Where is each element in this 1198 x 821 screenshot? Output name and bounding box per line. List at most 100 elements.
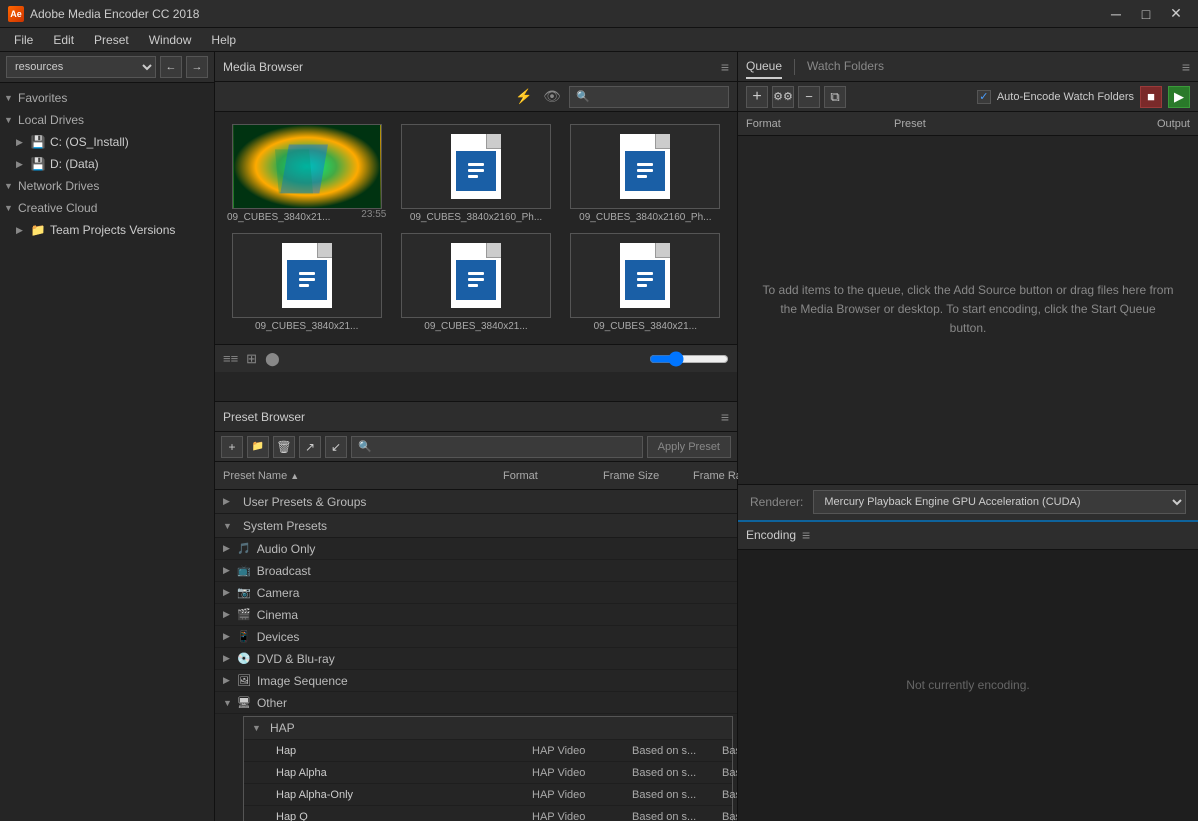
list-view-button[interactable]: ≡≡ — [223, 351, 238, 366]
audio-only-row[interactable]: ▶ 🎵 Audio Only — [215, 538, 737, 560]
favorites-section[interactable]: ▼ Favorites — [0, 87, 214, 109]
network-drives-section[interactable]: ▼ Network Drives — [0, 175, 214, 197]
c-drive-item[interactable]: ▶ 💾 C: (OS_Install) — [0, 131, 214, 153]
new-group-button[interactable]: 📁 — [247, 436, 269, 458]
media-thumb-1 — [232, 124, 382, 209]
view-options-icon[interactable]: 👁 — [541, 86, 563, 108]
queue-menu-icon[interactable]: ≡ — [1182, 59, 1190, 75]
menu-help[interactable]: Help — [201, 31, 246, 49]
d-drive-item[interactable]: ▶ 💾 D: (Data) — [0, 153, 214, 175]
main-layout: resources ← → ▼ Favorites ▼ Local Drives — [0, 52, 1198, 821]
encoding-menu-icon[interactable]: ≡ — [802, 527, 810, 543]
file-preview-5 — [402, 234, 550, 317]
hap-format-1: HAP Video — [532, 767, 632, 779]
start-queue-button[interactable]: ▶ — [1168, 86, 1190, 108]
stop-queue-button[interactable]: ■ — [1140, 86, 1162, 108]
minimize-button[interactable]: ─ — [1102, 4, 1130, 24]
creative-cloud-section[interactable]: ▼ Creative Cloud — [0, 197, 214, 219]
team-projects-item[interactable]: ▶ 📁 Team Projects Versions — [0, 219, 214, 241]
media-item-4[interactable]: 09_CUBES_3840x21... — [223, 229, 390, 336]
media-browser-path-bar: resources ← → — [0, 52, 214, 83]
auto-encode-checkbox[interactable]: ✓ — [977, 90, 991, 104]
media-item-2[interactable]: 09_CUBES_3840x2160_Ph... — [392, 120, 559, 227]
renderer-bar: Renderer: Mercury Playback Engine GPU Ac… — [738, 484, 1198, 520]
file-icon-4 — [282, 243, 332, 308]
dots-view-button[interactable]: ⬤ — [265, 351, 280, 367]
app-title: Adobe Media Encoder CC 2018 — [30, 7, 199, 21]
image-sequence-row[interactable]: ▶ 🖼 Image Sequence — [215, 670, 737, 692]
devices-row[interactable]: ▶ 📱 Devices — [215, 626, 737, 648]
file-badge-6 — [625, 260, 665, 300]
audio-only-chevron: ▶ — [223, 543, 237, 554]
menu-window[interactable]: Window — [139, 31, 202, 49]
media-browser-panel-header: Media Browser ≡ — [215, 52, 737, 82]
user-presets-group[interactable]: ▶ User Presets & Groups — [215, 490, 737, 514]
hap-name-1: Hap Alpha — [252, 767, 532, 779]
local-drives-section[interactable]: ▼ Local Drives — [0, 109, 214, 131]
cinema-row[interactable]: ▶ 🎬 Cinema — [215, 604, 737, 626]
delete-preset-button[interactable]: 🗑 — [273, 436, 295, 458]
auto-encode-label: Auto-Encode Watch Folders — [997, 91, 1134, 103]
tab-queue[interactable]: Queue — [746, 55, 782, 79]
media-item-5[interactable]: 09_CUBES_3840x21... — [392, 229, 559, 336]
qcol-format: Format — [746, 118, 894, 130]
maximize-button[interactable]: □ — [1132, 4, 1160, 24]
duplicate-button[interactable]: ⧉ — [824, 86, 846, 108]
close-button[interactable]: ✕ — [1162, 4, 1190, 24]
menu-edit[interactable]: Edit — [43, 31, 84, 49]
media-browser-menu-icon[interactable]: ≡ — [721, 59, 729, 75]
renderer-select[interactable]: Mercury Playback Engine GPU Acceleration… — [813, 490, 1186, 514]
app-icon: Ae — [8, 6, 24, 22]
renderer-label: Renderer: — [750, 495, 803, 509]
apply-preset-button[interactable]: Apply Preset — [647, 436, 731, 458]
other-label: Other — [257, 696, 287, 710]
media-item-6[interactable]: 09_CUBES_3840x21... — [562, 229, 729, 336]
team-projects-label: Team Projects Versions — [50, 223, 175, 237]
queue-settings-button[interactable]: ⚙⚙ — [772, 86, 794, 108]
hap-preset-hap-alpha-only[interactable]: Hap Alpha-Only HAP Video Based on s... B… — [244, 783, 732, 805]
tab-watch-folders[interactable]: Watch Folders — [807, 55, 884, 79]
zoom-slider[interactable] — [649, 351, 729, 367]
col-format: Format — [503, 470, 603, 482]
file-tree: ▼ Favorites ▼ Local Drives ▶ 💾 C: (OS_In… — [0, 83, 214, 821]
broadcast-row[interactable]: ▶ 📺 Broadcast — [215, 560, 737, 582]
dvd-icon: 💿 — [237, 652, 251, 665]
media-thumb-2 — [401, 124, 551, 209]
hap-preset-hap-alpha[interactable]: Hap Alpha HAP Video Based on s... Based … — [244, 761, 732, 783]
system-presets-group[interactable]: ▼ System Presets — [215, 514, 737, 538]
hap-preset-hap[interactable]: Hap HAP Video Based on s... Based on s..… — [244, 739, 732, 761]
media-item-1[interactable]: 09_CUBES_3840x21... 23:55 — [223, 120, 390, 227]
preset-browser-menu-icon[interactable]: ≡ — [721, 409, 729, 425]
other-row[interactable]: ▼ 🖥 Other — [215, 692, 737, 714]
system-presets-label: System Presets — [243, 519, 327, 533]
dvd-bluray-row[interactable]: ▶ 💿 DVD & Blu-ray — [215, 648, 737, 670]
media-search-input[interactable] — [569, 86, 729, 108]
menu-preset[interactable]: Preset — [84, 31, 139, 49]
hap-preset-hap-q[interactable]: Hap Q HAP Video Based on s... Based on s… — [244, 805, 732, 821]
filter-icon[interactable]: ⚡ — [513, 86, 535, 108]
camera-row[interactable]: ▶ 📷 Camera — [215, 582, 737, 604]
hap-header[interactable]: ▼ HAP — [244, 717, 732, 739]
menu-file[interactable]: File — [4, 31, 43, 49]
hap-framerate-2: Based on s... — [722, 789, 737, 801]
export-preset-button[interactable]: ↗ — [299, 436, 321, 458]
devices-chevron: ▶ — [223, 631, 237, 642]
grid-view-button[interactable]: ⊞ — [246, 351, 257, 367]
new-preset-button[interactable]: + — [221, 436, 243, 458]
nav-back-button[interactable]: ← — [160, 56, 182, 78]
preset-search-input[interactable] — [351, 436, 643, 458]
c-drive-label: C: (OS_Install) — [50, 135, 129, 149]
right-panel: Queue Watch Folders ≡ + ⚙⚙ − ⧉ ✓ Auto-En… — [738, 52, 1198, 821]
file-icon-5 — [451, 243, 501, 308]
queue-tabs: Queue Watch Folders ≡ — [738, 52, 1198, 82]
remove-item-button[interactable]: − — [798, 86, 820, 108]
nav-forward-button[interactable]: → — [186, 56, 208, 78]
path-selector[interactable]: resources — [6, 56, 156, 78]
creative-cloud-label: Creative Cloud — [18, 201, 97, 215]
system-presets-chevron: ▼ — [223, 521, 237, 531]
media-item-3[interactable]: 09_CUBES_3840x2160_Ph... — [562, 120, 729, 227]
qcol-output: Output — [1042, 118, 1190, 130]
add-source-button[interactable]: + — [746, 86, 768, 108]
hap-format-2: HAP Video — [532, 789, 632, 801]
import-preset-button[interactable]: ↙ — [325, 436, 347, 458]
